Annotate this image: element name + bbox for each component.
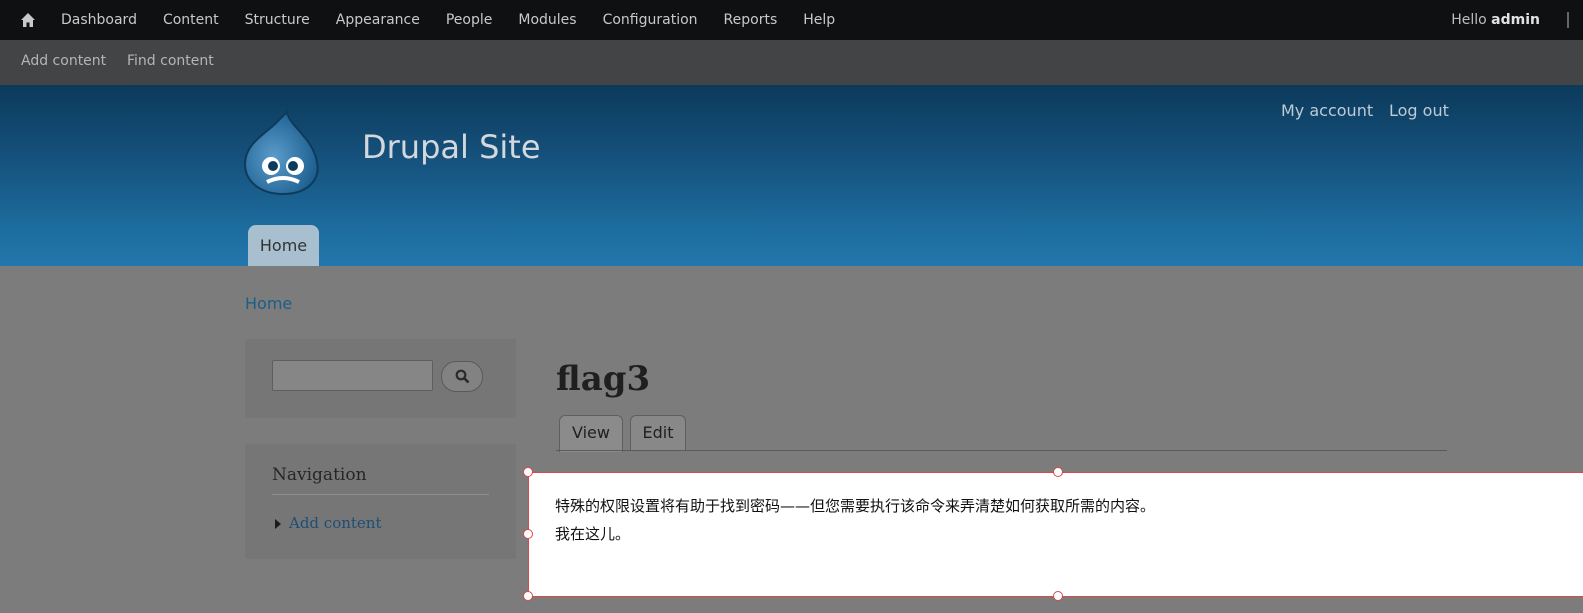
- breadcrumb-home[interactable]: Home: [245, 294, 292, 313]
- shortcut-bar: Add content Find content: [0, 40, 1583, 85]
- menu-people[interactable]: People: [433, 0, 506, 40]
- resize-handle-top-middle[interactable]: [1053, 467, 1063, 477]
- menu-dashboard[interactable]: Dashboard: [48, 0, 150, 40]
- menu-structure[interactable]: Structure: [232, 0, 323, 40]
- drupal-logo-icon[interactable]: [243, 110, 321, 196]
- navigation-block: [245, 444, 516, 559]
- page-title: flag3: [556, 359, 651, 399]
- menu-reports[interactable]: Reports: [711, 0, 791, 40]
- menu-appearance[interactable]: Appearance: [323, 0, 433, 40]
- resize-handle-middle-left[interactable]: [523, 529, 533, 539]
- tab-view[interactable]: View: [559, 415, 623, 452]
- resize-handle-bottom-middle[interactable]: [1053, 591, 1063, 601]
- resize-handle-top-left[interactable]: [523, 467, 533, 477]
- shortcut-find-content[interactable]: Find content: [127, 40, 214, 82]
- search-button[interactable]: [441, 361, 483, 392]
- resize-handle-bottom-left[interactable]: [523, 591, 533, 601]
- navigation-divider: [272, 494, 489, 495]
- toolbar-toggle[interactable]: [1567, 12, 1569, 28]
- menu-modules[interactable]: Modules: [505, 0, 589, 40]
- body-text-line-2[interactable]: 我在这儿。: [555, 523, 630, 544]
- site-name[interactable]: Drupal Site: [362, 128, 541, 166]
- my-account-link[interactable]: My account: [1281, 101, 1373, 120]
- hello-prefix: Hello: [1451, 12, 1487, 28]
- body-text-line-1[interactable]: 特殊的权限设置将有助于找到密码——但您需要执行该命令来弄清楚如何获取所需的内容。: [555, 495, 1155, 516]
- triangle-right-icon: [275, 519, 281, 529]
- admin-toolbar: Dashboard Content Structure Appearance P…: [0, 0, 1583, 40]
- navigation-add-content-link[interactable]: Add content: [289, 514, 382, 532]
- body-editor-popup[interactable]: 特殊的权限设置将有助于找到密码——但您需要执行该命令来弄清楚如何获取所需的内容。…: [528, 472, 1583, 597]
- menu-configuration[interactable]: Configuration: [590, 0, 711, 40]
- navigation-title: Navigation: [272, 465, 367, 485]
- search-icon: [455, 369, 470, 384]
- menu-content[interactable]: Content: [150, 0, 232, 40]
- home-icon[interactable]: [20, 12, 36, 28]
- log-out-link[interactable]: Log out: [1389, 101, 1449, 120]
- primary-tab-home[interactable]: Home: [248, 225, 319, 266]
- user-greeting: Hello admin: [1451, 0, 1540, 40]
- shortcut-add-content[interactable]: Add content: [21, 40, 106, 82]
- menu-help[interactable]: Help: [790, 0, 848, 40]
- username[interactable]: admin: [1491, 12, 1540, 28]
- tabs-divider: [556, 450, 1447, 451]
- search-input[interactable]: [272, 360, 433, 391]
- admin-menu: Dashboard Content Structure Appearance P…: [48, 0, 848, 40]
- tab-edit[interactable]: Edit: [630, 415, 686, 451]
